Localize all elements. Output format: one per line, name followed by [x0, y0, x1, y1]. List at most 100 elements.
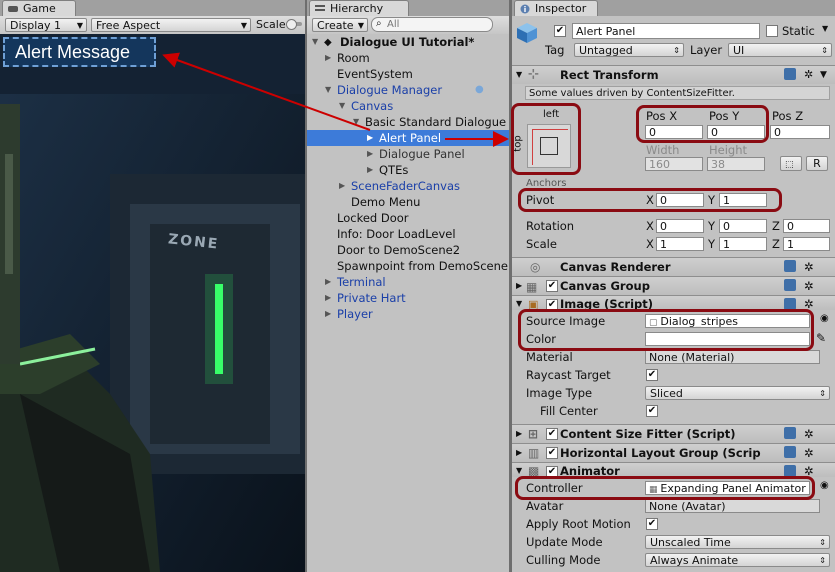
hierarchy-item-eventsystem[interactable]: EventSystem	[307, 66, 509, 82]
expand-arrow-icon[interactable]: ▼	[325, 82, 331, 98]
aspect-dropdown[interactable]: Free Aspect ▼	[91, 18, 251, 32]
expand-arrow-icon[interactable]: ▼	[353, 114, 359, 130]
alert-message-panel[interactable]: Alert Message	[3, 37, 156, 67]
hierarchy-item-dialogue-manager[interactable]: ▼ Dialogue Manager ●	[307, 82, 509, 98]
object-name-field[interactable]: Alert Panel	[572, 23, 760, 39]
expand-arrow-icon[interactable]: ▼	[516, 296, 522, 310]
horizontal-layout-enabled-checkbox[interactable]: ✔	[546, 447, 558, 459]
hierarchy-item-terminal[interactable]: ▶ Terminal	[307, 274, 509, 290]
settings-icon[interactable]: ✲	[804, 296, 814, 310]
image-script-header[interactable]: ▼ ▣ ✔ Image (Script) ✲	[512, 295, 835, 310]
hierarchy-search-field[interactable]: ⌕	[371, 17, 493, 32]
collapsed-arrow-icon[interactable]: ▶	[325, 306, 331, 322]
content-size-fitter-enabled-checkbox[interactable]: ✔	[546, 428, 558, 440]
tab-hierarchy[interactable]: Hierarchy	[309, 0, 409, 17]
hierarchy-item-locked-door[interactable]: Locked Door	[307, 210, 509, 226]
hierarchy-item-player[interactable]: ▶ Player	[307, 306, 509, 322]
collapsed-arrow-icon[interactable]: ▶	[516, 444, 522, 462]
expand-arrow-icon[interactable]: ▼	[516, 463, 522, 477]
settings-icon[interactable]: ✲	[804, 444, 814, 462]
scale-z-field[interactable]: 1	[783, 237, 830, 251]
static-dropdown-arrow-icon[interactable]: ▼	[822, 24, 828, 33]
material-field[interactable]: None (Material)	[645, 350, 820, 364]
help-book-icon[interactable]	[784, 279, 796, 291]
scale-y-field[interactable]: 1	[719, 237, 767, 251]
eyedropper-icon[interactable]: ✎	[816, 331, 826, 345]
hierarchy-item-scenefadercanvas[interactable]: ▶ SceneFaderCanvas	[307, 178, 509, 194]
hierarchy-item-private-hart[interactable]: ▶ Private Hart	[307, 290, 509, 306]
hierarchy-item-door-to-demoscene2[interactable]: Door to DemoScene2	[307, 242, 509, 258]
collapsed-arrow-icon[interactable]: ▶	[325, 290, 331, 306]
active-checkbox[interactable]: ✔	[554, 25, 566, 37]
collapsed-arrow-icon[interactable]: ▶	[325, 50, 331, 66]
hierarchy-item-spawnpoint[interactable]: Spawnpoint from DemoScene	[307, 258, 509, 274]
raw-edit-button[interactable]: R	[806, 156, 828, 171]
culling-mode-dropdown[interactable]: Always Animate ⇕	[645, 553, 830, 567]
collapsed-arrow-icon[interactable]: ▶	[339, 178, 345, 194]
blueprint-mode-button[interactable]: ⬚	[780, 156, 802, 171]
tab-inspector[interactable]: Inspector	[514, 0, 598, 17]
hierarchy-item-canvas[interactable]: ▼ Canvas	[307, 98, 509, 114]
static-checkbox[interactable]	[766, 25, 778, 37]
hierarchy-item-qtes[interactable]: ▶ QTEs	[307, 162, 509, 178]
collapsed-arrow-icon[interactable]: ▶	[325, 274, 331, 290]
scale-slider[interactable]	[286, 19, 302, 30]
hierarchy-item-dialogue-panel[interactable]: ▶ Dialogue Panel	[307, 146, 509, 162]
collapsed-arrow-icon[interactable]: ▶	[367, 146, 373, 162]
settings-icon[interactable]: ✲	[804, 258, 814, 276]
collapsed-arrow-icon[interactable]: ▶	[516, 425, 522, 443]
help-book-icon[interactable]	[784, 427, 796, 439]
animator-header[interactable]: ▼ ▩ ✔ Animator ✲	[512, 462, 835, 477]
culling-mode-value: Always Animate	[650, 554, 739, 567]
hierarchy-search-input[interactable]	[387, 18, 482, 30]
game-view[interactable]: ZONE Alert Message	[0, 34, 305, 572]
expand-arrow-icon[interactable]: ▼	[339, 98, 345, 114]
update-mode-dropdown[interactable]: Unscaled Time ⇕	[645, 535, 830, 549]
help-book-icon[interactable]	[784, 260, 796, 272]
fill-center-checkbox[interactable]: ✔	[646, 405, 658, 417]
rotation-label: Rotation	[526, 219, 575, 233]
settings-icon[interactable]: ✲	[804, 463, 814, 477]
rotation-y-field[interactable]: 0	[719, 219, 767, 233]
canvas-group-header[interactable]: ▶ ▦ ✔ Canvas Group ✲	[512, 276, 835, 295]
collapsed-arrow-icon[interactable]: ▶	[516, 277, 522, 295]
layer-dropdown[interactable]: UI ⇕	[728, 43, 832, 57]
scale-slider-thumb[interactable]	[286, 19, 297, 30]
expand-arrow-icon[interactable]: ▼	[516, 66, 522, 84]
context-menu-icon[interactable]: ▼	[820, 66, 827, 84]
pos-z-field[interactable]: 0	[770, 125, 830, 139]
hierarchy-item-info-door-loadlevel[interactable]: Info: Door LoadLevel	[307, 226, 509, 242]
hierarchy-item-room[interactable]: ▶ Room	[307, 50, 509, 66]
rect-transform-header[interactable]: ▼ ⊹ Rect Transform ✲ ▼	[512, 65, 835, 84]
settings-icon[interactable]: ✲	[804, 425, 814, 443]
settings-icon[interactable]: ✲	[804, 66, 813, 84]
content-size-fitter-header[interactable]: ▶ ⊞ ✔ Content Size Fitter (Script) ✲	[512, 424, 835, 443]
hierarchy-item-alert-panel[interactable]: ▶ Alert Panel	[307, 130, 509, 146]
create-dropdown[interactable]: Create ▼	[312, 18, 368, 32]
hierarchy-item-demo-menu[interactable]: Demo Menu	[307, 194, 509, 210]
expand-arrow-icon[interactable]: ▼	[312, 34, 318, 50]
collapsed-arrow-icon[interactable]: ▶	[367, 130, 373, 146]
rotation-z-field[interactable]: 0	[783, 219, 830, 233]
raycast-target-checkbox[interactable]: ✔	[646, 369, 658, 381]
collapsed-arrow-icon[interactable]: ▶	[367, 162, 373, 178]
hierarchy-item-basic-standard-dialogue[interactable]: ▼ Basic Standard Dialogue	[307, 114, 509, 130]
help-book-icon[interactable]	[784, 446, 796, 458]
apply-root-motion-checkbox[interactable]: ✔	[646, 518, 658, 530]
object-picker-icon[interactable]: ◉	[820, 480, 829, 491]
scale-z-axis: Z	[772, 237, 780, 251]
scene-root[interactable]: ▼ ◆ Dialogue UI Tutorial*	[307, 34, 509, 50]
image-type-dropdown[interactable]: Sliced ⇕	[645, 386, 830, 400]
tab-game[interactable]: Game	[2, 0, 76, 17]
help-book-icon[interactable]	[784, 68, 796, 80]
scale-x-field[interactable]: 1	[656, 237, 704, 251]
rotation-x-field[interactable]: 0	[656, 219, 704, 233]
avatar-field[interactable]: None (Avatar)	[645, 499, 820, 513]
canvas-group-enabled-checkbox[interactable]: ✔	[546, 280, 558, 292]
settings-icon[interactable]: ✲	[804, 277, 814, 295]
canvas-renderer-header[interactable]: ◎ Canvas Renderer ✲	[512, 257, 835, 276]
horizontal-layout-header[interactable]: ▶ ▥ ✔ Horizontal Layout Group (Scrip ✲	[512, 443, 835, 462]
object-picker-icon[interactable]: ◉	[820, 313, 829, 324]
tag-dropdown[interactable]: Untagged ⇕	[574, 43, 684, 57]
display-dropdown[interactable]: Display 1 ▼	[5, 18, 87, 32]
